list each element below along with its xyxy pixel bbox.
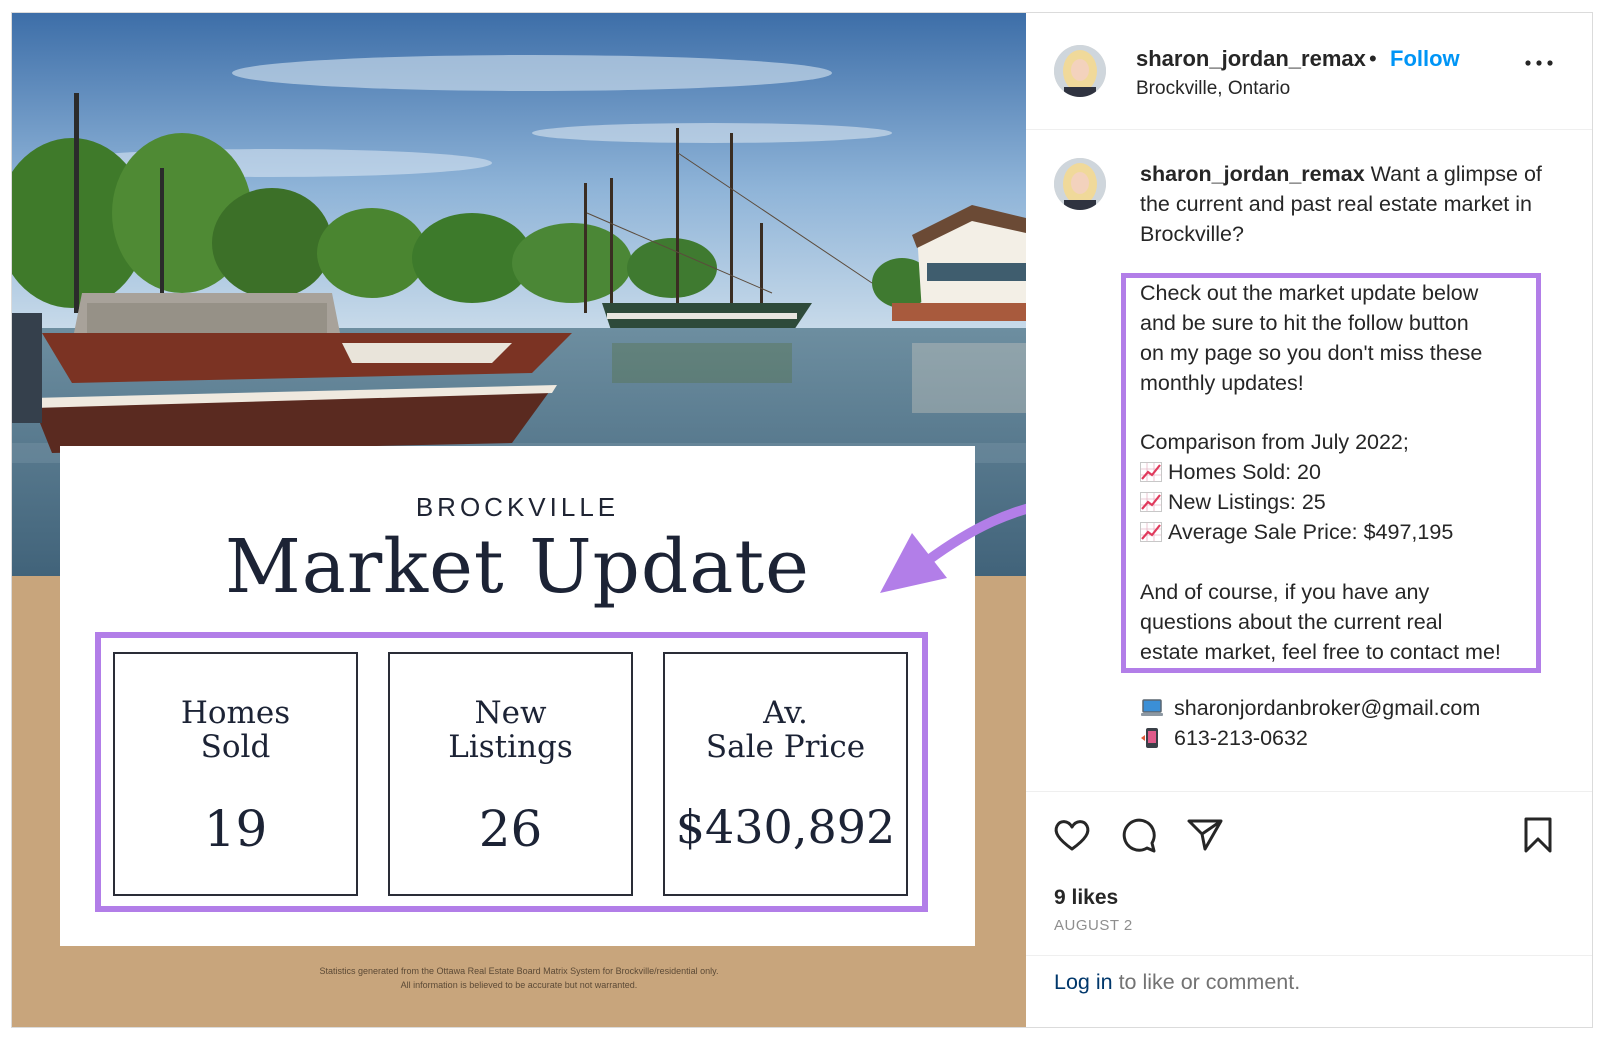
bookmark-icon[interactable] — [1518, 815, 1558, 855]
location-link[interactable]: Brockville, Ontario — [1136, 78, 1290, 100]
post-image[interactable]: BROCKVILLE Market Update Homes Sold 19 N… — [12, 13, 1026, 1027]
new-listings-box: New Listings 26 — [388, 652, 633, 896]
footnote-line2: All information is believed to be accura… — [400, 980, 638, 990]
stat-label-line2: Sale Price — [705, 729, 866, 765]
instagram-post: BROCKVILLE Market Update Homes Sold 19 N… — [11, 12, 1593, 1028]
caption-line-text: monthly updates! — [1140, 370, 1304, 395]
mobile-phone-icon — [1141, 728, 1158, 748]
avatar[interactable] — [1054, 45, 1106, 97]
stat-label-line1: New — [474, 695, 547, 731]
divider — [1026, 791, 1592, 792]
divider — [1026, 129, 1592, 130]
caption-intro: sharon_jordan_remax Want a glimpse of th… — [1140, 159, 1560, 249]
caption-line-text: questions about the current real — [1140, 609, 1443, 634]
caption-line: questions about the current real — [1140, 608, 1550, 638]
send-icon[interactable] — [1185, 815, 1225, 855]
caption-line-text: Homes Sold: 20 — [1168, 460, 1321, 485]
caption-line-text: Check out the market update below — [1140, 281, 1479, 305]
chart-increasing-icon — [1140, 522, 1162, 543]
caption-line: Comparison from July 2022; — [1140, 428, 1550, 458]
login-link[interactable]: Log in — [1054, 970, 1113, 994]
city-heading: BROCKVILLE — [415, 492, 620, 522]
stat-label-line1: Av. — [763, 695, 808, 731]
divider — [1026, 955, 1592, 956]
separator-dot: • — [1369, 46, 1377, 71]
login-prompt-text: to like or comment. — [1112, 970, 1301, 994]
login-prompt: Log in to like or comment. — [1054, 970, 1300, 995]
stat-value: 26 — [478, 800, 543, 858]
caption-line-text: New Listings: 25 — [1168, 490, 1326, 515]
caption-line — [1140, 548, 1550, 578]
stat-value: 19 — [203, 800, 268, 858]
caption-line-text: Average Sale Price: $497,195 — [1168, 520, 1454, 545]
stat-label: Av. Sale Price — [665, 696, 906, 764]
homes-sold-box: Homes Sold 19 — [113, 652, 358, 896]
post-date[interactable]: AUGUST 2 — [1054, 917, 1133, 934]
stat-label-line2: Sold — [200, 729, 271, 765]
stat-label: New Listings — [390, 696, 631, 764]
chart-increasing-icon — [1140, 492, 1162, 513]
caption-line: Average Sale Price: $497,195 — [1140, 518, 1550, 548]
caption-avatar[interactable] — [1054, 158, 1106, 210]
username-link[interactable]: sharon_jordan_remax — [1136, 46, 1366, 72]
email-text: sharonjordanbroker@gmail.com — [1174, 696, 1481, 720]
post-sidebar: sharon_jordan_remax • Follow Brockville,… — [1026, 13, 1592, 1027]
profile-photo-icon — [1054, 45, 1106, 97]
more-options-icon[interactable] — [1522, 53, 1556, 73]
market-update-title: Market Update — [225, 524, 810, 610]
caption-line: monthly updates! — [1140, 369, 1550, 399]
caption-line-text: and be sure to hit the follow button — [1140, 310, 1469, 335]
caption-line: and be sure to hit the follow button — [1140, 309, 1550, 339]
stat-label-line1: Homes — [180, 695, 291, 731]
avg-sale-price-box: Av. Sale Price $430,892 — [663, 652, 908, 896]
heart-icon[interactable] — [1052, 815, 1092, 855]
caption-line: New Listings: 25 — [1140, 488, 1550, 518]
caption-line: Homes Sold: 20 — [1140, 458, 1550, 488]
stat-label-line2: Listings — [448, 729, 573, 765]
stat-value: $430,892 — [675, 800, 896, 854]
caption-username[interactable]: sharon_jordan_remax — [1140, 162, 1365, 186]
caption-line: And of course, if you have any — [1140, 578, 1550, 608]
caption-body: Check out the market update below and be … — [1140, 279, 1550, 668]
caption-line — [1140, 399, 1550, 429]
footnote-line1: Statistics generated from the Ottawa Rea… — [319, 966, 719, 976]
comment-icon[interactable] — [1119, 815, 1159, 855]
market-update-card: BROCKVILLE Market Update Homes Sold 19 N… — [60, 446, 975, 946]
caption-line: on my page so you don't miss these — [1140, 339, 1550, 369]
caption-line: Check out the market update below — [1140, 279, 1550, 309]
email-line: sharonjordanbroker@gmail.com — [1140, 696, 1480, 721]
profile-photo-icon — [1054, 158, 1106, 210]
statistics-footnote: Statistics generated from the Ottawa Rea… — [12, 964, 1026, 992]
caption-line-text: Comparison from July 2022; — [1140, 430, 1409, 455]
chart-increasing-icon — [1140, 462, 1162, 483]
phone-text: 613-213-0632 — [1174, 726, 1308, 750]
caption-line: estate market, feel free to contact me! — [1140, 638, 1550, 668]
follow-button[interactable]: Follow — [1390, 46, 1460, 72]
stat-label: Homes Sold — [115, 696, 356, 764]
laptop-icon — [1141, 699, 1163, 716]
caption-line-text: estate market, feel free to contact me! — [1140, 639, 1501, 664]
caption-line-text: on my page so you don't miss these — [1140, 340, 1483, 365]
phone-line: 613-213-0632 — [1140, 726, 1308, 751]
caption-line-text: And of course, if you have any — [1140, 579, 1430, 604]
likes-count[interactable]: 9 likes — [1054, 886, 1118, 910]
